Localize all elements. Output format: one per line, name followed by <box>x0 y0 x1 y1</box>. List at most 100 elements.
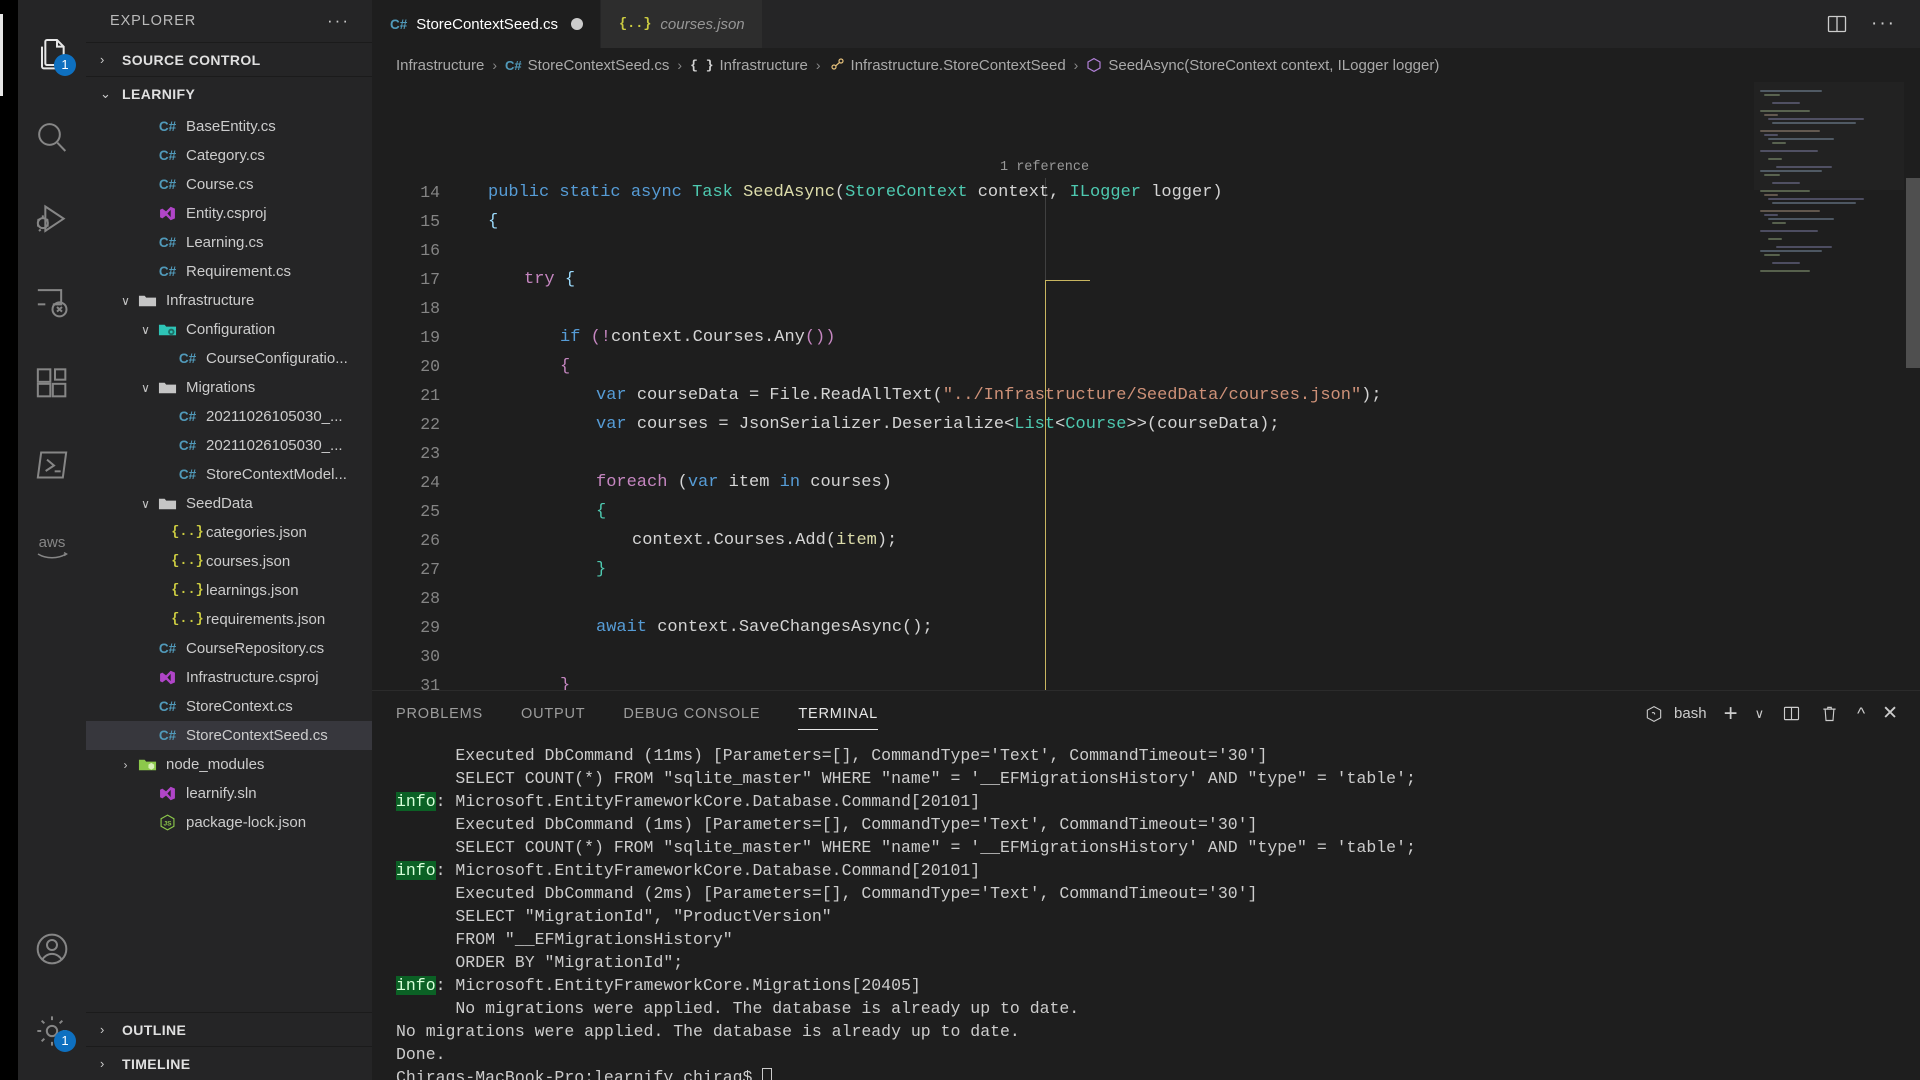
folder-node-icon <box>135 757 160 773</box>
sidebar-section-source-control[interactable]: › SOURCE CONTROL <box>86 42 372 76</box>
chevron-down-icon[interactable]: ∨ <box>136 381 155 395</box>
code-token: item <box>728 473 780 492</box>
maximize-panel-icon[interactable]: ^ <box>1857 704 1865 724</box>
tree-item[interactable]: ∨ Configuration <box>86 315 372 344</box>
code-token: item <box>836 531 877 550</box>
activity-item-explorer[interactable]: 1 <box>0 14 86 96</box>
minimap-line <box>1760 270 1810 272</box>
csharp-icon: C# <box>158 728 177 743</box>
breadcrumb-item[interactable]: C# StoreContextSeed.cs <box>505 57 669 74</box>
breadcrumb-label: SeedAsync(StoreContext context, ILogger … <box>1108 56 1440 74</box>
tree-item[interactable]: › node_modules <box>86 750 372 779</box>
chevron-right-icon: › <box>100 52 105 67</box>
panel-tab[interactable]: DEBUG CONSOLE <box>623 691 760 736</box>
code-token: public <box>488 183 560 202</box>
split-terminal-icon[interactable] <box>1781 703 1802 724</box>
tree-item[interactable]: {..} categories.json <box>86 518 372 547</box>
terminal-cursor <box>762 1068 773 1080</box>
kill-terminal-icon[interactable] <box>1819 703 1840 724</box>
tree-item[interactable]: {..} courses.json <box>86 547 372 576</box>
breadcrumb-item[interactable]: Infrastructure <box>396 57 484 74</box>
tree-item[interactable]: C# Requirement.cs <box>86 257 372 286</box>
chevron-right-icon[interactable]: › <box>116 758 135 772</box>
tree-item-label: learnings.json <box>206 582 299 599</box>
tree-item[interactable]: ∨ Infrastructure <box>86 286 372 315</box>
terminal-dropdown-icon[interactable]: ∨ <box>1755 706 1765 722</box>
terminal-shell-name: bash <box>1674 705 1707 722</box>
panel-tabs[interactable]: PROBLEMS OUTPUT DEBUG CONSOLE TERMINAL <box>396 691 916 736</box>
panel-tab[interactable]: OUTPUT <box>521 691 585 736</box>
tree-item[interactable]: ∨ SeedData <box>86 489 372 518</box>
tree-item-label: Migrations <box>186 379 256 396</box>
editor-area: C# StoreContextSeed.cs {..} courses.json ··… <box>372 0 1920 1080</box>
tree-item[interactable]: JS package-lock.json <box>86 808 372 837</box>
activity-item-aws-toolkit[interactable]: aws <box>18 506 86 588</box>
terminal-shell-selector[interactable]: bash <box>1644 704 1707 724</box>
editor-tabs[interactable]: C# StoreContextSeed.cs {..} courses.json <box>372 0 763 48</box>
activity-item-powershell[interactable] <box>18 424 86 506</box>
tree-item[interactable]: C# StoreContextSeed.cs <box>86 721 372 750</box>
code-line: 31} <box>372 671 1920 690</box>
chevron-down-icon[interactable]: ∨ <box>136 497 155 511</box>
sidebar-more-actions-icon[interactable]: ··· <box>327 11 350 31</box>
terminal-output[interactable]: Executed DbCommand (11ms) [Parameters=[]… <box>372 736 1920 1080</box>
split-editor-icon[interactable] <box>1825 12 1849 36</box>
code-token: try <box>524 270 565 289</box>
chevron-down-icon[interactable]: ∨ <box>116 294 135 308</box>
more-actions-icon[interactable]: ··· <box>1871 13 1896 35</box>
tree-item[interactable]: {..} requirements.json <box>86 605 372 634</box>
editor-vertical-scrollbar[interactable] <box>1906 178 1920 368</box>
activity-item-extensions[interactable] <box>18 342 86 424</box>
breadcrumb-item[interactable]: Infrastructure.StoreContextSeed <box>829 57 1066 74</box>
chevron-down-icon[interactable]: ∨ <box>136 323 155 337</box>
csharp-icon: C# <box>158 264 177 279</box>
tree-item[interactable]: C# Course.cs <box>86 170 372 199</box>
codelens-reference-count[interactable]: 1 reference <box>1000 160 1089 175</box>
tree-item[interactable]: C# StoreContextModel... <box>86 460 372 489</box>
minimap-slider[interactable] <box>1754 82 1904 190</box>
sidebar-section-timeline[interactable]: › TIMELINE <box>86 1046 372 1080</box>
breadcrumb-item[interactable]: { } Infrastructure <box>690 57 808 74</box>
file-tree[interactable]: C# BaseEntity.cs C# Category.cs C# Course.cs E… <box>86 110 372 1012</box>
sidebar-section-learnify[interactable]: ⌄ LEARNIFY <box>86 76 372 110</box>
activity-item-remote-explorer[interactable] <box>18 260 86 342</box>
tree-item[interactable]: C# CourseConfiguratio... <box>86 344 372 373</box>
editor-tab[interactable]: C# StoreContextSeed.cs <box>372 0 602 48</box>
tree-item-label: StoreContextSeed.cs <box>186 727 328 744</box>
activity-item-search[interactable] <box>18 96 86 178</box>
line-number: 20 <box>420 357 440 376</box>
breadcrumb[interactable]: Infrastructure › C# StoreContextSeed.cs › { }… <box>372 48 1920 82</box>
tree-item[interactable]: C# CourseRepository.cs <box>86 634 372 663</box>
csharp-icon: C# <box>178 409 197 424</box>
tree-item[interactable]: C# StoreContext.cs <box>86 692 372 721</box>
panel-tab[interactable]: PROBLEMS <box>396 691 483 736</box>
tree-item[interactable]: C# Learning.cs <box>86 228 372 257</box>
activity-item-manage[interactable]: 1 <box>18 990 86 1072</box>
sidebar-section-outline[interactable]: › OUTLINE <box>86 1012 372 1046</box>
minimap-line <box>1760 250 1822 252</box>
vscode-window: 1 aws 1 EXPLORER ··· › SOURCE CONTROL ⌄ … <box>0 0 1920 1080</box>
tree-item[interactable]: C# BaseEntity.cs <box>86 112 372 141</box>
tree-item[interactable]: Infrastructure.csproj <box>86 663 372 692</box>
tree-item[interactable]: C# 20211026105030_... <box>86 431 372 460</box>
tree-item[interactable]: C# 20211026105030_... <box>86 402 372 431</box>
activity-item-accounts[interactable] <box>18 908 86 990</box>
new-terminal-icon[interactable]: + <box>1724 701 1738 726</box>
unsaved-indicator[interactable] <box>571 18 584 30</box>
tree-item[interactable]: learnify.sln <box>86 779 372 808</box>
code-line: 27} <box>372 555 1920 584</box>
code-editor[interactable]: 1 reference 14 public static async Task S… <box>372 82 1920 690</box>
terminal-line: Executed DbCommand (2ms) [Parameters=[],… <box>396 882 1920 905</box>
code-token: ( <box>834 183 846 202</box>
activity-item-run-and-debug[interactable] <box>18 178 86 260</box>
tree-item[interactable]: Entity.csproj <box>86 199 372 228</box>
close-panel-icon[interactable]: ✕ <box>1882 702 1898 725</box>
minimap[interactable] <box>1754 82 1904 690</box>
tree-item[interactable]: {..} learnings.json <box>86 576 372 605</box>
tree-item[interactable]: C# Category.cs <box>86 141 372 170</box>
code-token: courseData = File.ReadAllText( <box>636 386 943 405</box>
tree-item[interactable]: ∨ Migrations <box>86 373 372 402</box>
panel-tab[interactable]: TERMINAL <box>798 691 878 736</box>
breadcrumb-item[interactable]: SeedAsync(StoreContext context, ILogger … <box>1086 57 1439 74</box>
editor-tab[interactable]: {..} courses.json <box>601 0 763 48</box>
